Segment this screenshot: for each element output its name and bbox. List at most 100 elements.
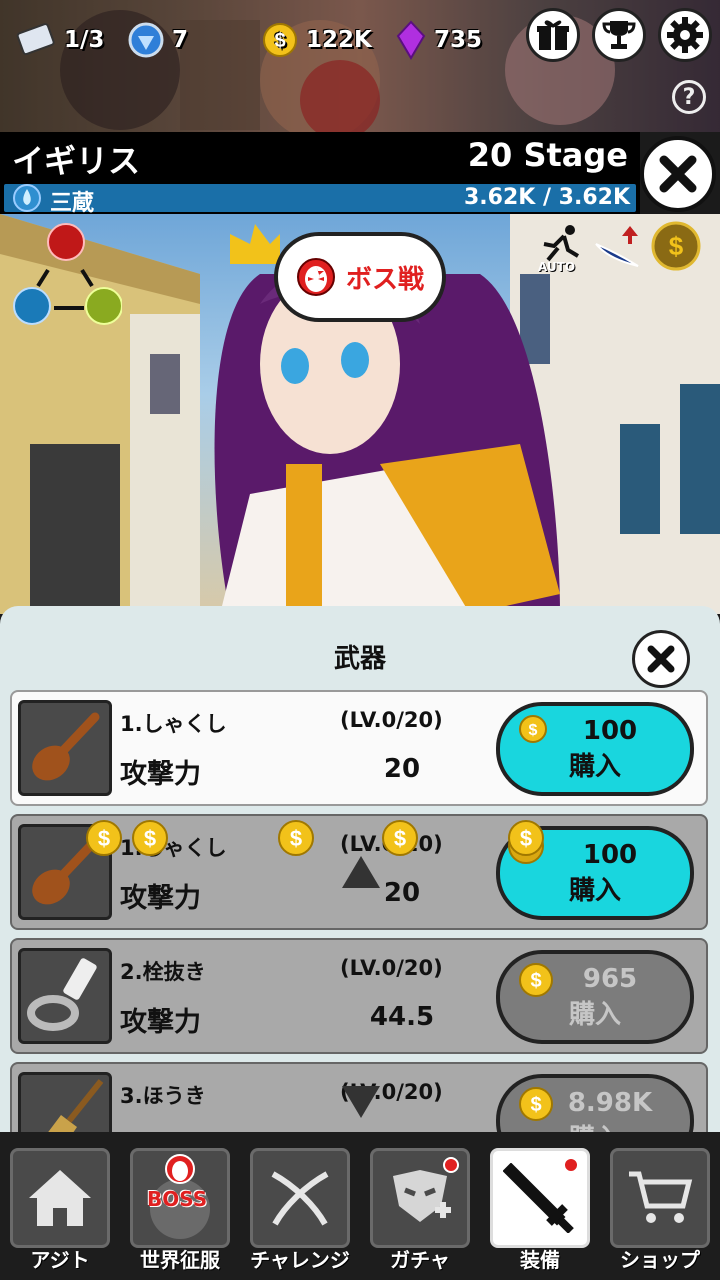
svg-text:$: $ (530, 970, 541, 992)
weapons-panel: 武器 1.しゃくし (LV.0/20) 攻撃力 20 $ 100 購入 1.しゃ… (0, 606, 720, 1136)
svg-text:$: $ (520, 826, 532, 851)
boss-badge: BOSS (147, 1187, 208, 1211)
coin-count: 122K (306, 27, 372, 53)
attack-label: 攻撃力 (120, 1007, 201, 1038)
bottle-opener-icon (27, 958, 97, 1031)
svg-text:$: $ (529, 722, 538, 739)
weapon-name: 2.栓抜き (120, 960, 206, 984)
weapon-thumbnail (18, 1072, 112, 1136)
coin-boost-icon: $ (651, 221, 701, 271)
close-icon (659, 155, 697, 193)
crystal-counter: 735 (396, 20, 482, 60)
buy-label: 購入 (568, 751, 621, 782)
panel-close-button[interactable] (632, 630, 690, 688)
attack-value: 44.5 (369, 1002, 435, 1032)
boss-battle-button[interactable]: ボス戦 (274, 232, 446, 322)
weapon-name: 1.しゃくし (120, 712, 227, 736)
help-button[interactable]: ? (672, 80, 706, 114)
trophy-button[interactable] (592, 8, 646, 62)
svg-text:$: $ (144, 826, 156, 851)
crossed-swords-icon (271, 1171, 329, 1226)
nav-label-challenge: チャレンジ (250, 1248, 350, 1272)
gacha-helmet-icon (393, 1170, 451, 1222)
weapon-row: 1.しゃくし (LV.0/20) 攻撃力 20 100 購入 $ $ $ $ $ (10, 814, 708, 930)
coin-icon: $ (263, 23, 297, 57)
mask-icon (296, 258, 335, 296)
trophy-icon (602, 21, 636, 49)
flying-coin-icon: $ (86, 820, 122, 856)
nav-label-shop: ショップ (620, 1248, 700, 1272)
weapon-row: 2.栓抜き (LV.0/20) 攻撃力 44.5 $ 965 購入 (10, 938, 708, 1054)
broom-icon (45, 1079, 104, 1136)
svg-text:$: $ (98, 826, 110, 851)
auto-toggle[interactable]: AUTO (534, 224, 586, 276)
enemy-hp-value: 3.62K / 3.62K (463, 185, 630, 210)
weapon-thumbnail (18, 700, 112, 796)
buy-label: 購入 (568, 999, 621, 1030)
buy-button[interactable]: $ 965 購入 (496, 950, 694, 1044)
coin-counter: $ 122K (262, 20, 372, 60)
svg-text:$: $ (274, 30, 285, 52)
buy-price: 100 (582, 839, 638, 870)
weapon-name: 3.ほうき (120, 1084, 206, 1108)
auto-label: AUTO (538, 260, 576, 274)
panel-title: 武器 (333, 644, 386, 674)
buy-price: 100 (582, 715, 638, 746)
top-resource-bar: 1/3 7 $ 122K 735 ? (0, 0, 720, 132)
weapon-level: (LV.0/20) (340, 708, 443, 732)
nav-hideout[interactable] (10, 1148, 110, 1248)
enemy-hp-bar: 三蔵 3.62K / 3.62K (0, 182, 640, 216)
buy-button[interactable]: $ 8.98K 購入 (496, 1074, 694, 1136)
nav-label-world-conquest: 世界征服 (140, 1248, 220, 1272)
attack-label: 攻撃力 (120, 883, 201, 914)
running-icon (543, 225, 580, 262)
nav-equipment[interactable] (490, 1148, 590, 1248)
element-cycle-icon (13, 223, 122, 325)
flying-coin-icon: $ (508, 820, 544, 864)
buy-price: 8.98K (567, 1087, 653, 1118)
attack-upgrade-button[interactable] (592, 222, 644, 278)
crystal-count: 735 (434, 27, 483, 53)
ladle-icon (32, 712, 100, 781)
flying-coin-icon: $ (278, 820, 314, 856)
water-element-icon (13, 184, 41, 212)
nav-world-conquest[interactable]: BOSS (130, 1148, 230, 1248)
svg-text:$: $ (394, 826, 406, 851)
settings-button[interactable] (658, 8, 712, 62)
house-icon (29, 1170, 91, 1226)
notification-dot (563, 1157, 579, 1173)
nav-label-gacha: ガチャ (390, 1248, 450, 1272)
close-icon (647, 645, 675, 673)
boss-battle-label: ボス戦 (345, 264, 424, 295)
coin-icon: $ (519, 1087, 553, 1121)
cart-icon (629, 1171, 693, 1223)
enemy-name: 三蔵 (50, 191, 95, 216)
scroll-down-icon (342, 1086, 380, 1118)
flying-coin-icon: $ (382, 820, 418, 856)
coin-icon: $ (519, 715, 547, 743)
sword-upgrade-icon (595, 226, 639, 267)
buy-button[interactable]: $ 100 購入 (496, 702, 694, 796)
attack-value: 20 (383, 754, 421, 784)
stage-number: 20 Stage (467, 136, 628, 174)
nav-gacha[interactable] (370, 1148, 470, 1248)
flying-coin-icon: $ (132, 820, 168, 856)
nav-challenge[interactable] (250, 1148, 350, 1248)
svg-text:$: $ (530, 1094, 541, 1116)
nav-shop[interactable] (610, 1148, 710, 1248)
nav-label-equipment: 装備 (520, 1248, 560, 1272)
gift-button[interactable] (526, 8, 580, 62)
nav-label-hideout: アジト (30, 1248, 90, 1272)
weapon-row: 3.ほうき (LV.0/20) $ 8.98K 購入 (10, 1062, 708, 1136)
scroll-up-icon (342, 856, 380, 888)
blue-gem-icon (128, 22, 164, 58)
gift-icon (537, 20, 569, 50)
notification-dot (443, 1157, 459, 1173)
weapon-row: 1.しゃくし (LV.0/20) 攻撃力 20 $ 100 購入 (10, 690, 708, 806)
stage-country: イギリス (12, 142, 141, 180)
attack-label: 攻撃力 (120, 759, 201, 790)
stage-close-button[interactable] (640, 136, 716, 212)
gear-icon (667, 17, 703, 53)
coin-boost-button[interactable]: $ (650, 220, 702, 276)
svg-text:$: $ (669, 231, 684, 261)
